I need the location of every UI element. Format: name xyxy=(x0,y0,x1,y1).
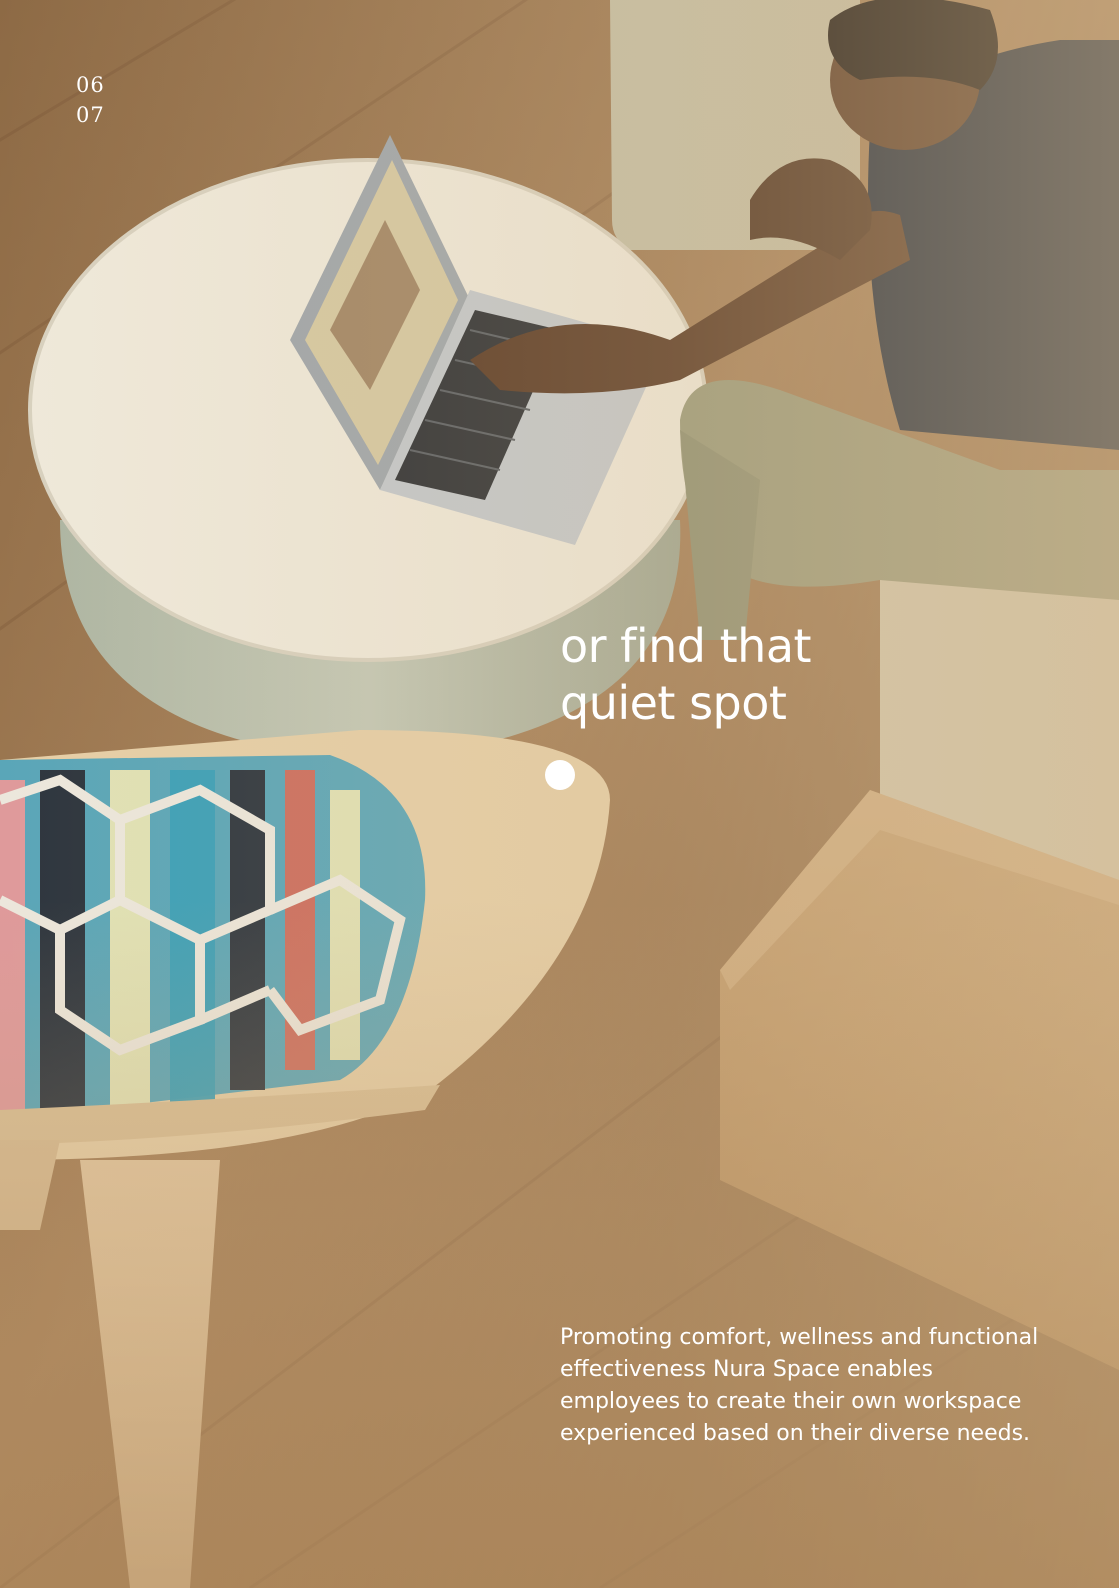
body-paragraph: Promoting comfort, wellness and function… xyxy=(560,1325,1039,1446)
headline-line-1: or find that xyxy=(560,619,812,673)
headline: or find that quiet spot xyxy=(560,618,890,732)
page-numbers: 06 07 xyxy=(76,70,105,130)
page-number-next: 07 xyxy=(76,103,105,127)
dot-icon xyxy=(545,760,575,790)
headline-line-2: quiet spot xyxy=(560,676,787,730)
page-number-current: 06 xyxy=(76,73,105,97)
brochure-page: 06 07 or find that quiet spot Promoting … xyxy=(0,0,1119,1588)
